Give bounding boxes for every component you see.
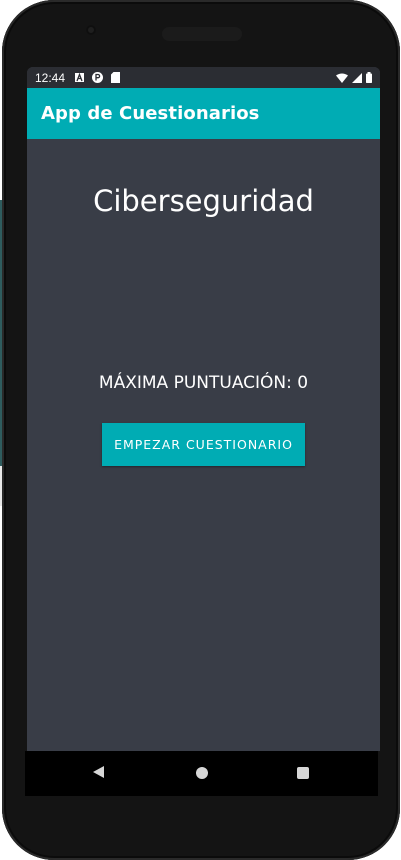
sd-card-icon <box>111 72 121 83</box>
signal-icon <box>352 72 362 83</box>
start-quiz-button[interactable]: EMPEZAR CUESTIONARIO <box>102 423 305 466</box>
phone-frame: 12:44 App de Cuestionarios Cibersegurida… <box>2 0 400 860</box>
app-title: App de Cuestionarios <box>41 103 260 124</box>
wifi-icon <box>336 73 348 83</box>
battery-icon <box>366 72 372 83</box>
status-time: 12:44 <box>35 70 66 85</box>
app-toolbar: App de Cuestionarios <box>27 88 380 139</box>
app-a-icon <box>75 73 85 82</box>
status-bar: 12:44 <box>27 67 380 88</box>
device-screen: 12:44 App de Cuestionarios Cibersegurida… <box>27 67 380 751</box>
front-camera-icon <box>86 25 96 35</box>
navigation-bar <box>25 751 378 796</box>
quiz-title: Ciberseguridad <box>93 184 314 218</box>
max-score-label: MÁXIMA PUNTUACIÓN: 0 <box>98 373 309 393</box>
back-icon[interactable] <box>93 766 104 778</box>
home-icon[interactable] <box>196 767 208 779</box>
status-system-icons <box>336 72 372 83</box>
notification-p-icon <box>92 72 104 83</box>
status-notification-icons <box>75 72 121 83</box>
recents-icon[interactable] <box>297 767 309 779</box>
earpiece-speaker <box>162 27 242 41</box>
